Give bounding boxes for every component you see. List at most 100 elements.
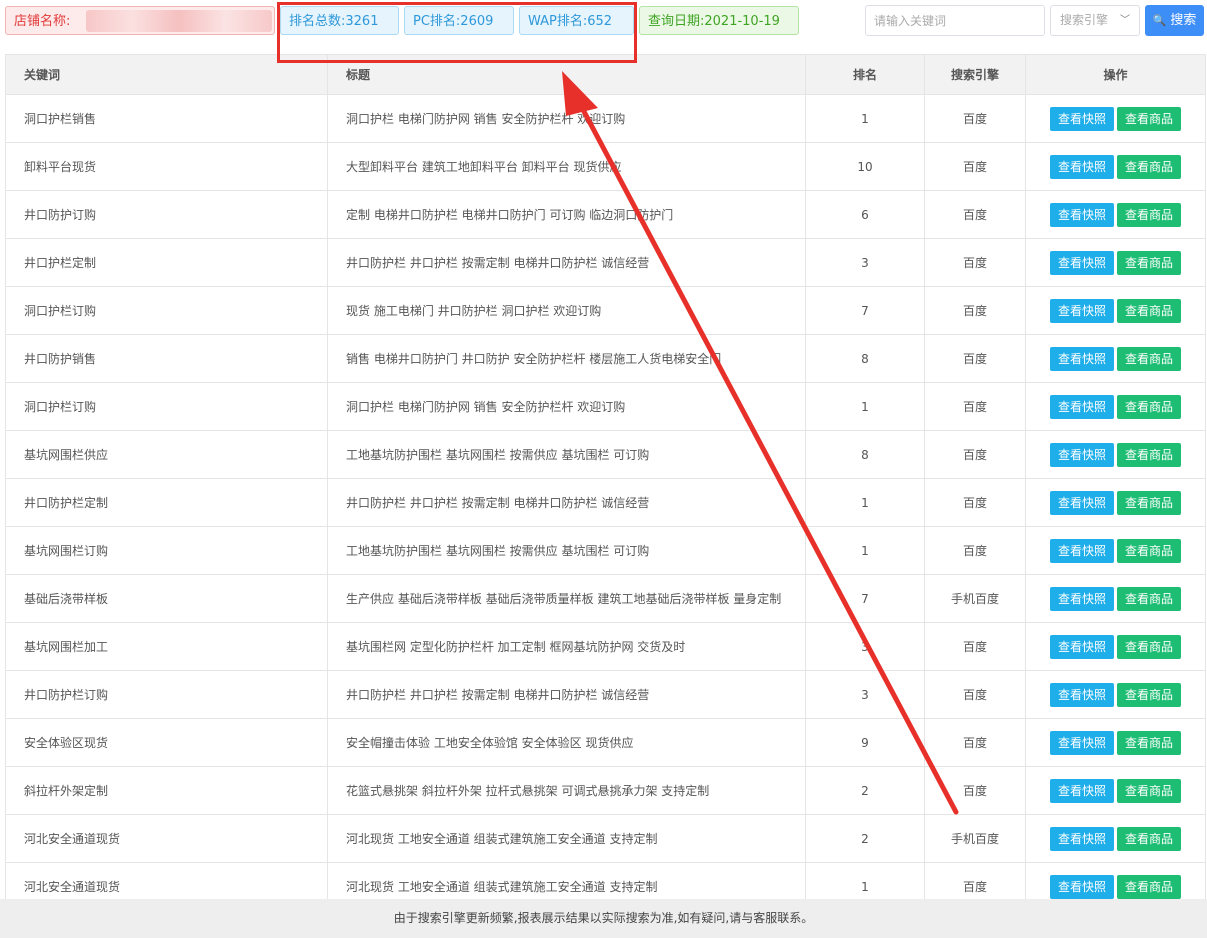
engine-cell: 百度 (924, 622, 1026, 671)
keyword-cell: 井口防护订购 (5, 190, 328, 239)
title-cell: 定制 电梯井口防护栏 电梯井口防护门 可订购 临边洞口防护门 (327, 190, 806, 239)
keyword-cell: 井口护栏定制 (5, 238, 328, 287)
ranking-table: 关键词 标题 排名 搜索引擎 操作 洞口护栏销售 洞口护栏 电梯门防护网 销售 安… (5, 54, 1206, 911)
keyword-cell: 河北安全通道现货 (5, 814, 328, 863)
title-cell: 大型卸料平台 建筑工地卸料平台 卸料平台 现货供应 (327, 142, 806, 191)
keyword-cell: 基础后浇带样板 (5, 574, 328, 623)
view-snapshot-button[interactable]: 查看快照 (1049, 394, 1114, 419)
view-snapshot-button[interactable]: 查看快照 (1049, 346, 1114, 371)
actions-cell: 查看快照 查看商品 (1025, 622, 1206, 671)
actions-cell: 查看快照 查看商品 (1025, 142, 1206, 191)
view-goods-button[interactable]: 查看商品 (1117, 202, 1182, 227)
search-engine-select-placeholder: 搜索引擎 (1060, 13, 1109, 27)
search-icon: 🔍 (1152, 14, 1167, 27)
view-snapshot-button[interactable]: 查看快照 (1049, 730, 1114, 755)
table-row: 基坑网围栏加工 基坑围栏网 定型化防护栏杆 加工定制 框网基坑防护网 交货及时 3 百… (5, 622, 1206, 671)
actions-cell: 查看快照 查看商品 (1025, 94, 1206, 143)
view-goods-button[interactable]: 查看商品 (1117, 298, 1182, 323)
keyword-search-input[interactable] (865, 5, 1045, 36)
search-engine-select[interactable]: 搜索引擎 ﹀ (1050, 5, 1140, 36)
keyword-cell: 井口防护栏订购 (5, 670, 328, 719)
rank-cell: 2 (805, 766, 925, 815)
view-goods-button[interactable]: 查看商品 (1117, 394, 1182, 419)
view-snapshot-button[interactable]: 查看快照 (1049, 490, 1114, 515)
total-rank-tag: 排名总数:3261 (280, 6, 399, 35)
table-row: 基础后浇带样板 生产供应 基础后浇带样板 基础后浇带质量样板 建筑工地基础后浇带样… (5, 574, 1206, 623)
table-row: 井口防护栏订购 井口防护栏 井口护栏 按需定制 电梯井口防护栏 诚信经营 3 百度 查看… (5, 670, 1206, 719)
view-goods-button[interactable]: 查看商品 (1117, 442, 1182, 467)
view-snapshot-button[interactable]: 查看快照 (1049, 874, 1114, 899)
view-snapshot-button[interactable]: 查看快照 (1049, 106, 1114, 131)
engine-cell: 百度 (924, 238, 1026, 287)
table-row: 洞口护栏销售 洞口护栏 电梯门防护网 销售 安全防护栏杆 欢迎订购 1 百度 查看快照查… (5, 94, 1206, 143)
search-button[interactable]: 🔍 搜索 (1145, 5, 1204, 36)
engine-cell: 手机百度 (924, 814, 1026, 863)
rank-cell: 2 (805, 814, 925, 863)
keyword-cell: 基坑网围栏订购 (5, 526, 328, 575)
view-goods-button[interactable]: 查看商品 (1117, 490, 1182, 515)
view-goods-button[interactable]: 查看商品 (1117, 250, 1182, 275)
rank-cell: 1 (805, 94, 925, 143)
view-goods-button[interactable]: 查看商品 (1117, 874, 1182, 899)
chevron-down-icon: ﹀ (1120, 15, 1130, 26)
engine-cell: 百度 (924, 670, 1026, 719)
view-snapshot-button[interactable]: 查看快照 (1049, 682, 1114, 707)
title-cell: 洞口护栏 电梯门防护网 销售 安全防护栏杆 欢迎订购 (327, 382, 806, 431)
table-row: 安全体验区现货 安全帽撞击体验 工地安全体验馆 安全体验区 现货供应 9 百度 查看快照… (5, 718, 1206, 767)
engine-cell: 百度 (924, 718, 1026, 767)
rank-cell: 3 (805, 670, 925, 719)
actions-cell: 查看快照 查看商品 (1025, 574, 1206, 623)
keyword-cell: 基坑网围栏加工 (5, 622, 328, 671)
view-goods-button[interactable]: 查看商品 (1117, 634, 1182, 659)
engine-cell: 百度 (924, 286, 1026, 335)
actions-cell: 查看快照 查看商品 (1025, 334, 1206, 383)
view-goods-button[interactable]: 查看商品 (1117, 826, 1182, 851)
table-row: 井口防护栏定制 井口防护栏 井口护栏 按需定制 电梯井口防护栏 诚信经营 1 百度 查看… (5, 478, 1206, 527)
table-row: 基坑网围栏供应 工地基坑防护围栏 基坑网围栏 按需供应 基坑围栏 可订购 8 百度 查看… (5, 430, 1206, 479)
search-button-label: 搜索 (1170, 13, 1197, 28)
keyword-cell: 井口防护销售 (5, 334, 328, 383)
wap-rank-tag: WAP排名:652 (519, 6, 634, 35)
view-snapshot-button[interactable]: 查看快照 (1049, 778, 1114, 803)
title-cell: 井口防护栏 井口护栏 按需定制 电梯井口防护栏 诚信经营 (327, 238, 806, 287)
title-cell: 生产供应 基础后浇带样板 基础后浇带质量样板 建筑工地基础后浇带样板 量身定制 (327, 574, 806, 623)
view-snapshot-button[interactable]: 查看快照 (1049, 442, 1114, 467)
view-goods-button[interactable]: 查看商品 (1117, 154, 1182, 179)
table-row: 井口护栏定制 井口防护栏 井口护栏 按需定制 电梯井口防护栏 诚信经营 3 百度 查看快… (5, 238, 1206, 287)
engine-cell: 百度 (924, 430, 1026, 479)
view-snapshot-button[interactable]: 查看快照 (1049, 586, 1114, 611)
actions-cell: 查看快照 查看商品 (1025, 814, 1206, 863)
title-cell: 花篮式悬挑架 斜拉杆外架 拉杆式悬挑架 可调式悬挑承力架 支持定制 (327, 766, 806, 815)
table-row: 洞口护栏订购 现货 施工电梯门 井口防护栏 洞口护栏 欢迎订购 7 百度 查看快照 查看商… (5, 286, 1206, 335)
view-snapshot-button[interactable]: 查看快照 (1049, 826, 1114, 851)
actions-cell: 查看快照 查看商品 (1025, 238, 1206, 287)
view-snapshot-button[interactable]: 查看快照 (1049, 202, 1114, 227)
engine-cell: 百度 (924, 526, 1026, 575)
view-goods-button[interactable]: 查看商品 (1117, 346, 1182, 371)
table-row: 井口防护销售 销售 电梯井口防护门 井口防护 安全防护栏杆 楼层施工人货电梯安全门… (5, 334, 1206, 383)
view-snapshot-button[interactable]: 查看快照 (1049, 154, 1114, 179)
view-goods-button[interactable]: 查看商品 (1117, 586, 1182, 611)
view-goods-button[interactable]: 查看商品 (1117, 730, 1182, 755)
table-header-row: 关键词 标题 排名 搜索引擎 操作 (5, 54, 1206, 95)
column-header-engine: 搜索引擎 (924, 54, 1026, 95)
keyword-cell: 安全体验区现货 (5, 718, 328, 767)
view-snapshot-button[interactable]: 查看快照 (1049, 250, 1114, 275)
column-header-keyword: 关键词 (5, 54, 328, 95)
view-snapshot-button[interactable]: 查看快照 (1049, 634, 1114, 659)
table-row: 井口防护订购 定制 电梯井口防护栏 电梯井口防护门 可订购 临边洞口防护门 6 百度查… (5, 190, 1206, 239)
view-goods-button[interactable]: 查看商品 (1117, 106, 1182, 131)
table-row: 基坑网围栏订购 工地基坑防护围栏 基坑网围栏 按需供应 基坑围栏 可订购 1 百度 查看… (5, 526, 1206, 575)
view-snapshot-button[interactable]: 查看快照 (1049, 298, 1114, 323)
engine-cell: 百度 (924, 382, 1026, 431)
actions-cell: 查看快照 查看商品 (1025, 670, 1206, 719)
view-goods-button[interactable]: 查看商品 (1117, 778, 1182, 803)
rank-cell: 8 (805, 430, 925, 479)
view-goods-button[interactable]: 查看商品 (1117, 538, 1182, 563)
top-bar: 店铺名称: 排名总数:3261 PC排名:2609 WAP排名:652 查询日期… (0, 0, 1207, 42)
view-goods-button[interactable]: 查看商品 (1117, 682, 1182, 707)
view-snapshot-button[interactable]: 查看快照 (1049, 538, 1114, 563)
actions-cell: 查看快照 查看商品 (1025, 430, 1206, 479)
rank-cell: 7 (805, 286, 925, 335)
rank-cell: 3 (805, 622, 925, 671)
